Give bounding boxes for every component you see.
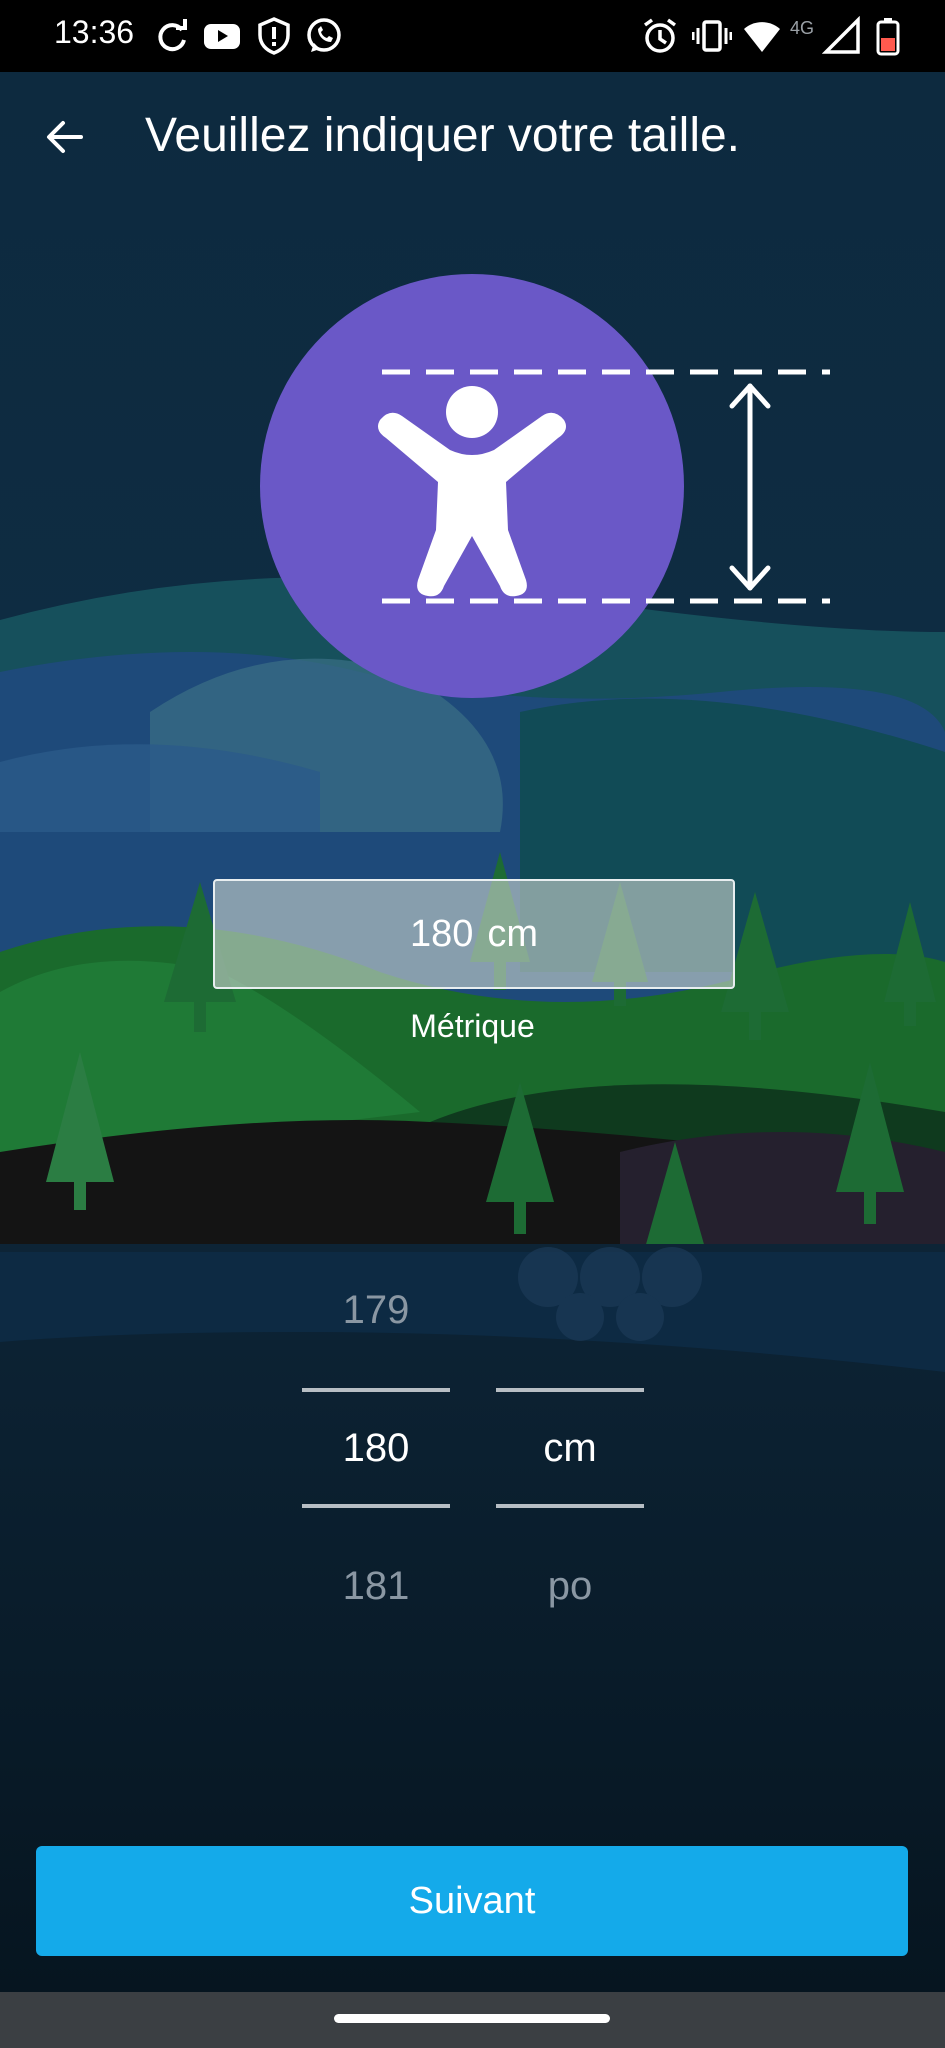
picker-unit-selected[interactable]: cm	[496, 1426, 644, 1471]
page-title: Veuillez indiquer votre taille.	[145, 109, 741, 162]
picker-value-next[interactable]: 181	[302, 1564, 450, 1609]
picker-value-selected[interactable]: 180	[302, 1426, 450, 1471]
height-value-picker[interactable]: 179 180 181	[302, 1250, 450, 1630]
wifi-icon	[744, 22, 780, 52]
shield-icon	[258, 17, 290, 55]
height-value: 180	[409, 912, 474, 955]
picker-divider-bottom	[496, 1504, 644, 1508]
height-unit: cm	[487, 912, 539, 955]
measurement-system-label: Métrique	[410, 1008, 535, 1044]
alarm-icon	[643, 18, 677, 53]
height-unit-picker[interactable]: cm po	[496, 1250, 644, 1630]
height-arrow-icon	[729, 383, 771, 591]
height-illustration	[260, 274, 830, 698]
picker-divider-top	[302, 1388, 450, 1392]
network-type-label: 4G	[790, 18, 815, 38]
home-gesture-handle[interactable]	[334, 2014, 610, 2023]
status-bar: 13:36 4G	[0, 0, 945, 72]
picker-value-prev[interactable]: 179	[302, 1288, 450, 1333]
youtube-icon	[204, 24, 240, 49]
battery-icon	[876, 18, 900, 56]
next-button[interactable]: Suivant	[36, 1846, 908, 1956]
vibrate-icon	[692, 20, 732, 52]
sync-icon	[158, 19, 187, 52]
picker-divider-bottom	[302, 1504, 450, 1508]
picker-unit-next[interactable]: po	[496, 1564, 644, 1609]
picker-divider-top	[496, 1388, 644, 1392]
back-button[interactable]	[28, 100, 102, 174]
back-arrow-icon	[47, 121, 83, 153]
status-time: 13:36	[54, 14, 135, 50]
whatsapp-icon	[307, 18, 341, 52]
height-value-display[interactable]: 180 cm	[213, 879, 735, 989]
signal-icon	[822, 16, 860, 54]
